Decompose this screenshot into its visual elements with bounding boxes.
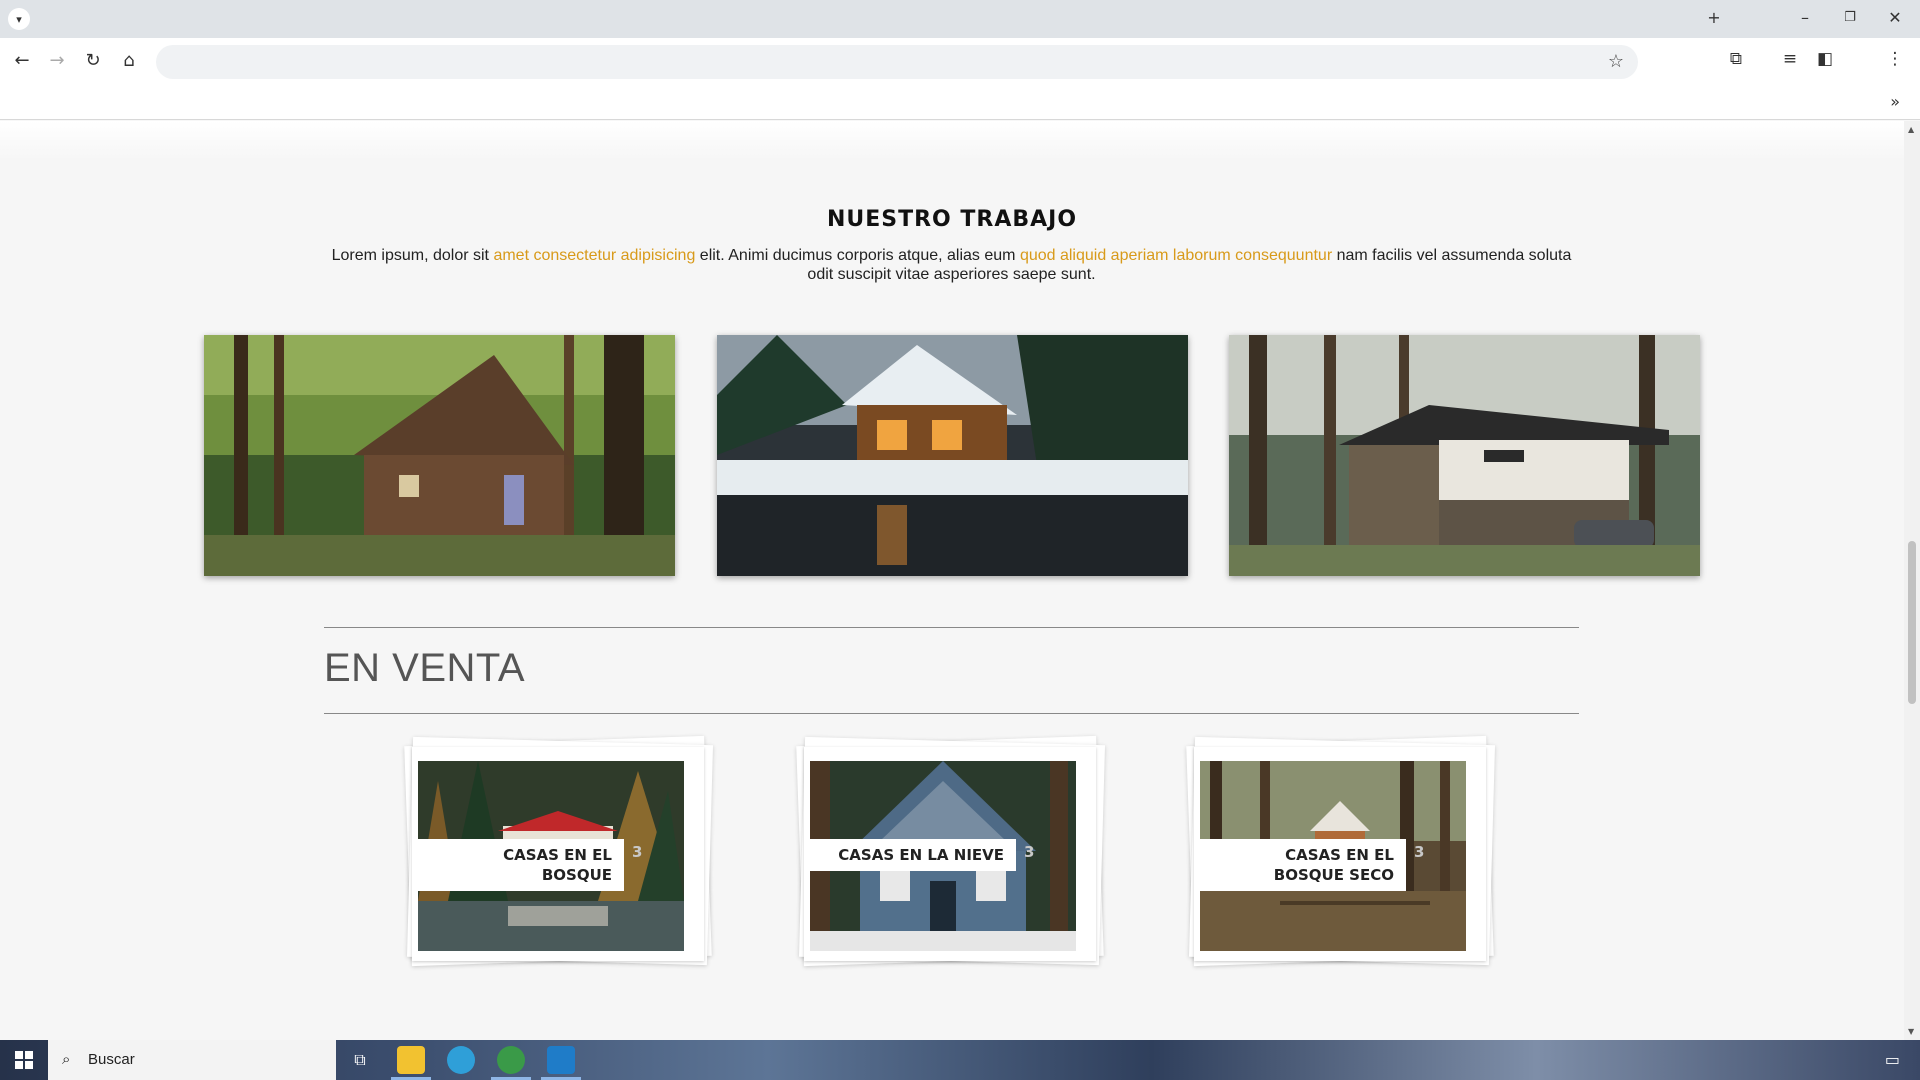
- section-title-work: NUESTRO TRABAJO: [826, 207, 1078, 232]
- forest-cabin-image: [204, 335, 675, 576]
- browser-toolbar: ← → ↻ ⌂ ☆ ⧉ ≡ ◧ ⋮: [0, 38, 1920, 84]
- page-viewport: NUESTRO TRABAJO Lorem ipsum, dolor sit a…: [0, 121, 1904, 1040]
- intro-text-1: Lorem ipsum, dolor sit: [331, 247, 494, 264]
- category-card-snow[interactable]: CASAS EN LA NIEVE 3: [796, 735, 1106, 973]
- file-explorer-icon[interactable]: [397, 1046, 425, 1074]
- task-view-icon[interactable]: ⧉: [346, 1046, 374, 1074]
- category-card-dry-forest[interactable]: CASAS EN EL BOSQUE SECO 3: [1186, 735, 1496, 973]
- more-bookmarks-icon[interactable]: »: [1890, 92, 1900, 111]
- minimize-icon[interactable]: –: [1793, 8, 1817, 27]
- menu-kebab-icon[interactable]: ⋮: [1883, 49, 1907, 69]
- edge-icon[interactable]: [447, 1046, 475, 1074]
- card-count: 3: [1024, 843, 1035, 861]
- taskbar-search[interactable]: ⌕ Buscar: [48, 1040, 336, 1080]
- intro-paragraph: Lorem ipsum, dolor sit amet consectetur …: [320, 246, 1583, 284]
- category-card-forest[interactable]: CASAS EN EL BOSQUE 3: [404, 735, 714, 973]
- divider-bottom: [324, 713, 1579, 714]
- taskbar-search-placeholder: Buscar: [88, 1051, 135, 1068]
- bookmark-star-icon[interactable]: ☆: [1608, 51, 1624, 72]
- card-label: CASAS EN EL BOSQUE: [418, 839, 624, 891]
- side-panel-icon[interactable]: ◧: [1813, 49, 1837, 69]
- chrome-icon[interactable]: [497, 1046, 525, 1074]
- os-taskbar: ⌕ Buscar ⧉ ▭: [0, 1040, 1920, 1080]
- vscode-icon[interactable]: [547, 1046, 575, 1074]
- media-icon[interactable]: ≡: [1778, 49, 1802, 69]
- card-count: 3: [632, 843, 643, 861]
- close-icon[interactable]: ✕: [1883, 8, 1907, 27]
- reload-icon[interactable]: ↻: [81, 49, 105, 73]
- browser-tab-bar: ▾ + – ❐ ✕: [0, 0, 1920, 38]
- intro-link-1: amet consectetur adipisicing: [493, 247, 696, 264]
- url-input[interactable]: [176, 45, 1576, 79]
- search-icon: ⌕: [62, 1050, 71, 1068]
- extensions-icon[interactable]: ⧉: [1724, 49, 1748, 69]
- back-icon[interactable]: ←: [10, 49, 34, 73]
- page-scrollbar[interactable]: ▲ ▼: [1904, 121, 1920, 1040]
- tab-search-icon[interactable]: ▾: [8, 8, 30, 30]
- header-fade: [0, 121, 1904, 161]
- home-icon[interactable]: ⌂: [117, 49, 141, 73]
- stone-house-image: [1229, 335, 1700, 576]
- scroll-thumb[interactable]: [1908, 541, 1916, 704]
- scroll-down-icon[interactable]: ▼: [1908, 1027, 1914, 1036]
- intro-text-2: elit. Animi ducimus corporis atque, alia…: [695, 247, 1020, 264]
- address-bar[interactable]: ☆: [156, 45, 1638, 79]
- restore-icon[interactable]: ❐: [1838, 10, 1862, 25]
- section-title-sale: EN VENTA: [324, 646, 526, 690]
- divider-top: [324, 627, 1579, 628]
- notifications-icon[interactable]: ▭: [1885, 1050, 1900, 1069]
- new-tab-icon[interactable]: +: [1702, 8, 1726, 27]
- card-count: 3: [1414, 843, 1425, 861]
- forward-icon[interactable]: →: [45, 49, 69, 73]
- card-label: CASAS EN LA NIEVE: [810, 839, 1016, 871]
- intro-link-2: quod aliquid aperiam laborum consequuntu…: [1019, 247, 1333, 264]
- snow-cabin-image: [717, 335, 1188, 576]
- bookmarks-bar: »: [0, 84, 1920, 120]
- scroll-up-icon[interactable]: ▲: [1908, 125, 1914, 134]
- windows-start-icon[interactable]: [0, 1040, 48, 1080]
- card-label: CASAS EN EL BOSQUE SECO: [1200, 839, 1406, 891]
